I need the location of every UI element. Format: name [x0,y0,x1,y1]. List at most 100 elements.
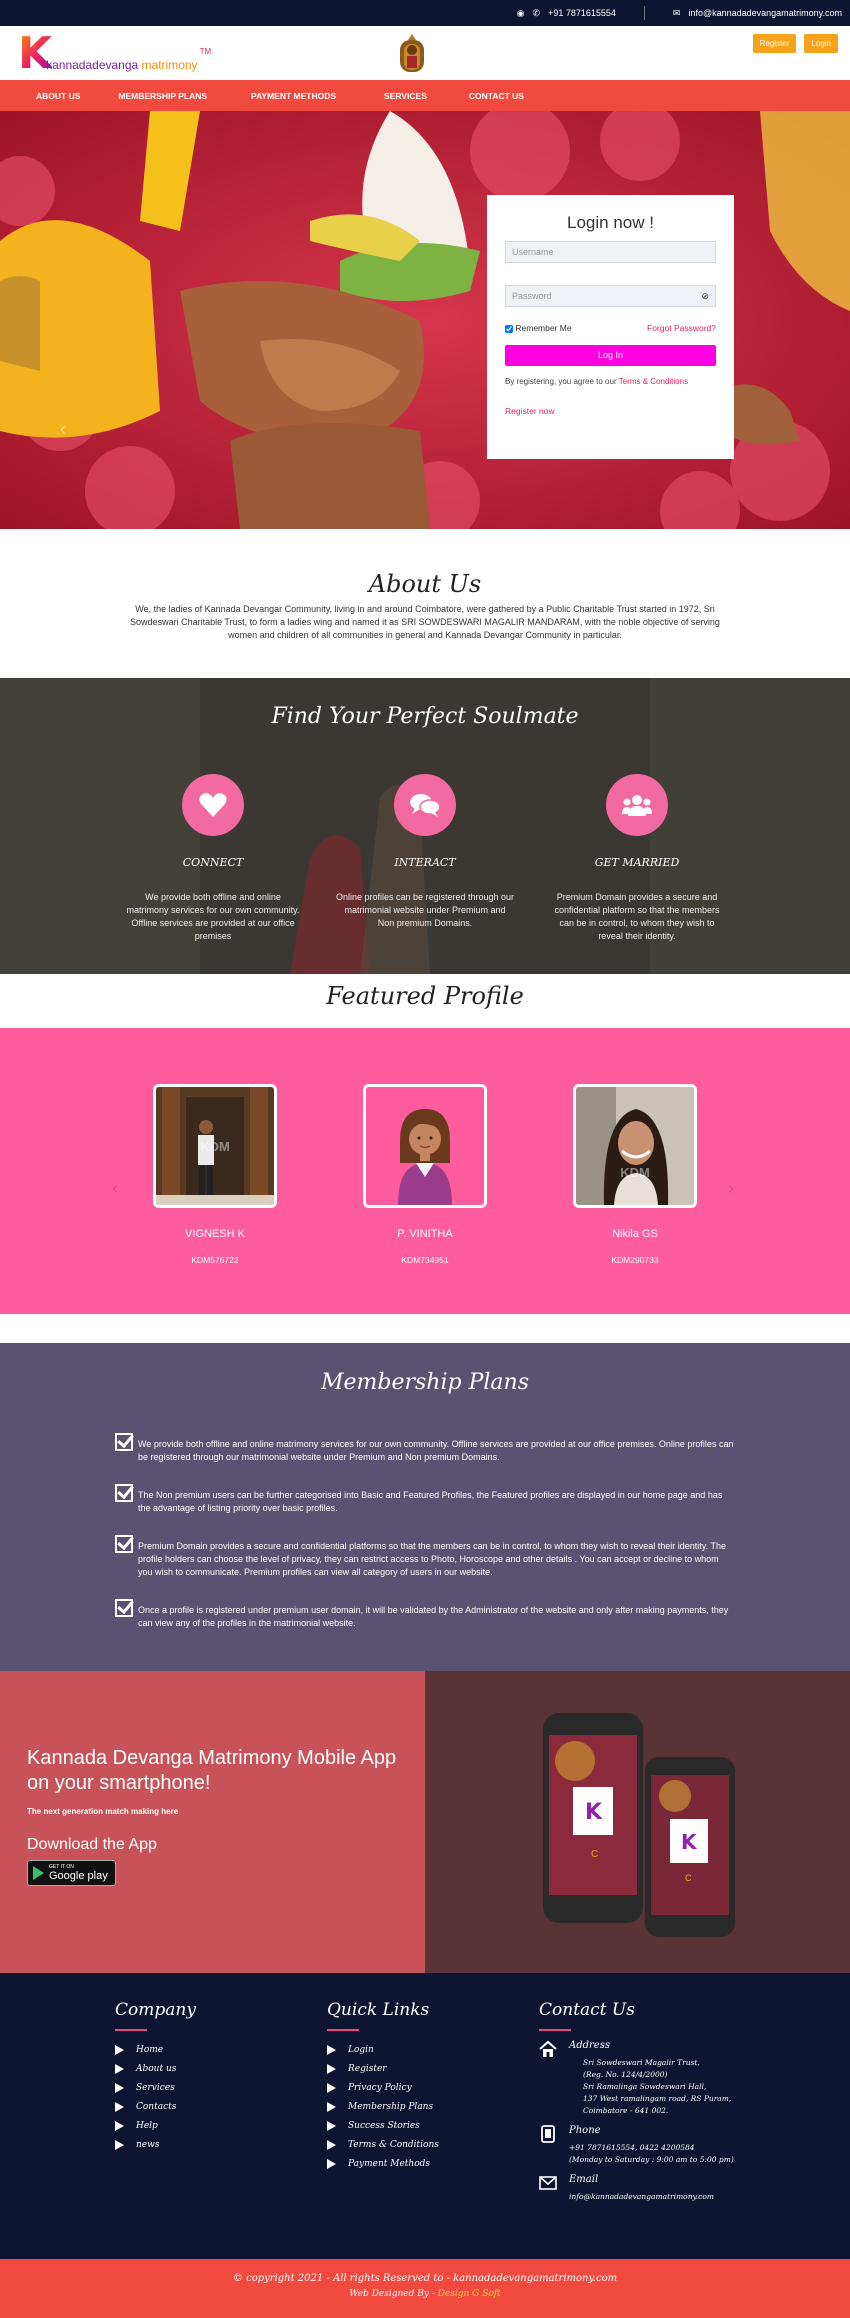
nav-contact-us[interactable]: CONTACT US [469,91,524,101]
logo-brand: kannadadevanga [46,58,139,72]
profile-card[interactable]: P. VINITHA KDM734951 [363,1084,487,1265]
feature-connect: CONNECT We provide both offline and onli… [123,774,303,943]
about-title: About Us [368,570,482,598]
username-input[interactable]: Username [505,241,716,263]
footer-link-membership[interactable]: Membership Plans [327,2097,439,2116]
checkbox-icon [115,1535,133,1553]
top-email[interactable]: info@kannadadevangamatrimony.com [688,8,842,18]
profile-avatar[interactable] [363,1084,487,1208]
footer-link-about[interactable]: About us [115,2059,196,2078]
footer-link-login[interactable]: Login [327,2040,439,2059]
address-line: Coimbatore - 641 002. [583,2106,669,2115]
login-button[interactable]: Login [804,34,838,53]
envelope-icon [539,2176,557,2190]
footer-company: Company Home About us Services Contacts … [115,2000,196,2154]
designed-by: Web Designed By - Design G Soft [0,2289,850,2299]
top-phone[interactable]: +91 7871615554 [548,8,616,18]
feature-title: GET MARRIED [594,856,680,869]
checkbox-icon [115,1433,133,1451]
email-value[interactable]: info@kannadadevangamatrimony.com [569,2191,714,2203]
footer-quick-title: Quick Links [327,2000,430,2020]
footer-link-news[interactable]: news [115,2135,196,2154]
password-input[interactable]: Password ⊘ [505,285,716,307]
address-label: Address [569,2040,610,2051]
contact-phone: Phone +91 7871615554, 0422 4200584 (Mond… [539,2125,769,2166]
footer-link-terms[interactable]: Terms & Conditions [327,2135,439,2154]
address-line: 137 West ramalingam road, RS Puram, [583,2094,732,2103]
membership-item: We provide both offline and online matri… [115,1433,735,1464]
register-button[interactable]: Register [752,34,797,53]
footer-link-payment[interactable]: Payment Methods [327,2154,439,2173]
footer-link-help[interactable]: Help [115,2116,196,2135]
phone-icon: ✆ [532,7,541,18]
heart-icon [182,774,244,836]
footer-company-title: Company [115,2000,196,2020]
password-placeholder: Password [512,291,552,301]
logo-suffix: matrimony [141,58,198,72]
membership-text: Premium Domain provides a secure and con… [138,1541,726,1577]
nav-payment-methods[interactable]: PAYMENT METHODS [251,91,336,101]
nav-services[interactable]: SERVICES [384,91,427,101]
svg-text:K: K [585,1800,603,1825]
eye-slash-icon[interactable]: ⊘ [701,291,709,302]
app-phones: K C K C [425,1671,850,1973]
login-panel: Login now ! Username Password ⊘ Remember … [487,195,734,459]
feature-text: Online profiles can be registered throug… [335,892,515,928]
forgot-password-link[interactable]: Forgot Password? [647,323,716,333]
deity-image [400,34,424,72]
site-footer: Company Home About us Services Contacts … [0,1973,850,2259]
carousel-next-icon[interactable]: › [728,1178,734,1199]
soulmate-title: Find Your Perfect Soulmate [271,704,579,729]
remember-checkbox[interactable] [505,324,513,333]
logo-text: kannadadevanga matrimony [46,58,197,72]
divider [643,6,645,20]
site-logo[interactable]: K kannadadevanga matrimony TM [18,32,211,76]
profile-photo[interactable]: KDM [153,1084,277,1208]
feature-text: Premium Domain provides a secure and con… [554,892,720,941]
home-icon [539,2040,557,2057]
profile-photo[interactable]: KDM [573,1084,697,1208]
membership-title: Membership Plans [320,1370,529,1395]
about-section: About Us We, the ladies of Kannada Devan… [0,529,850,678]
footer-link-privacy[interactable]: Privacy Policy [327,2078,439,2097]
feature-title: INTERACT [394,856,456,869]
svg-text:K: K [681,1830,698,1854]
svg-text:C: C [685,1873,692,1883]
about-text: We, the ladies of Kannada Devangar Commu… [130,604,720,640]
carousel-prev-icon[interactable]: ‹ [112,1178,118,1199]
copyright-text: © copyright 2021 - All rights Reserved t… [232,2273,618,2284]
log-in-button[interactable]: Log In [505,345,716,366]
footer-link-services[interactable]: Services [115,2078,196,2097]
footer-link-contacts[interactable]: Contacts [115,2097,196,2116]
profile-card[interactable]: KDM VIGNESH K KDM576722 [153,1084,277,1265]
logo-tm: TM [199,47,212,56]
profile-id: KDM576722 [191,1255,239,1265]
google-play-button[interactable]: GET IT ON Google play [27,1860,116,1886]
title-underline [115,2029,147,2031]
nav-about-us[interactable]: ABOUT US [36,91,80,101]
title-underline [539,2029,571,2031]
kdm-watermark: KDM [620,1165,650,1180]
profile-name: P. VINITHA [397,1228,453,1240]
phone-line[interactable]: +91 7871615554, 0422 4200584 [569,2142,734,2154]
hero-banner: ‹ Login now ! Username Password ⊘ Remembe… [0,111,850,529]
designer-link[interactable]: Design G Soft [438,2289,501,2299]
footer-link-success[interactable]: Success Stories [327,2116,439,2135]
footer-link-register[interactable]: Register [327,2059,439,2078]
remember-me[interactable]: Remember Me [505,323,572,333]
register-now-link[interactable]: Register now [505,406,716,416]
membership-item: The Non premium users can be further cat… [115,1484,735,1515]
address-line: Sri Ramalinga Sowdeswari Hall, [583,2082,707,2091]
nav-membership-plans[interactable]: MEMBERSHIP PLANS [118,91,207,101]
membership-text: Once a profile is registered under premi… [138,1605,729,1628]
phone-icon [541,2125,555,2143]
terms-link[interactable]: Terms & Conditions [619,377,688,386]
main-nav: ABOUT US MEMBERSHIP PLANS PAYMENT METHOD… [0,80,850,111]
top-bar: ◉ ✆ +91 7871615554 ✉ info@kannadadevanga… [0,0,850,26]
profile-card[interactable]: KDM Nikila GS KDM290733 [573,1084,697,1265]
email-label: Email [569,2174,599,2185]
membership-text: The Non premium users can be further cat… [138,1490,723,1513]
phone-value: +91 7871615554, 0422 4200584 (Monday to … [569,2142,734,2166]
footer-quick-links: Quick Links Login Register Privacy Polic… [327,2000,439,2173]
footer-link-home[interactable]: Home [115,2040,196,2059]
